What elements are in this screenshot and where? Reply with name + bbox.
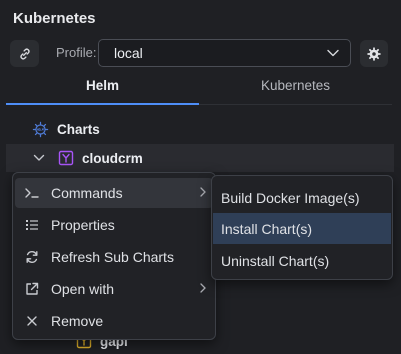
submenu-item-uninstall-charts[interactable]: Uninstall Chart(s): [213, 245, 391, 276]
menu-item-label: Refresh Sub Charts: [51, 249, 174, 265]
menu-item-open-with[interactable]: Open with: [15, 274, 213, 304]
link-icon: [19, 48, 30, 59]
submenu-item-build-docker-images[interactable]: Build Docker Image(s): [213, 182, 391, 213]
menu-item-properties[interactable]: Properties: [15, 210, 213, 240]
helm-icon: [32, 121, 49, 137]
refresh-icon: [17, 250, 47, 264]
panel-title: Kubernetes: [13, 10, 96, 27]
submenu-item-label: Uninstall Chart(s): [221, 252, 330, 269]
profile-value: local: [114, 45, 143, 61]
chevron-right-icon: [200, 187, 206, 197]
menu-item-label: Properties: [51, 217, 115, 233]
menu-item-commands[interactable]: Commands: [15, 178, 213, 208]
menu-item-label: Open with: [51, 281, 115, 297]
chevron-right-icon: [200, 283, 206, 293]
profile-label: Profile:: [56, 45, 97, 60]
external-link-icon: [17, 282, 47, 296]
tab-kubernetes[interactable]: Kubernetes: [199, 78, 392, 104]
context-menu: Commands Properties Refresh Sub Charts O…: [12, 172, 216, 340]
menu-item-refresh-sub-charts[interactable]: Refresh Sub Charts: [15, 242, 213, 272]
terminal-icon: [17, 187, 47, 199]
close-icon: [17, 315, 47, 327]
menu-item-remove[interactable]: Remove: [15, 306, 213, 336]
gear-icon: [367, 46, 381, 61]
chevron-down-icon: [33, 154, 45, 161]
profile-select[interactable]: local: [98, 39, 351, 67]
menu-item-label: Commands: [51, 185, 123, 201]
tab-divider: [199, 104, 392, 105]
chart-file-icon: [58, 150, 74, 166]
submenu-item-install-charts[interactable]: Install Chart(s): [213, 213, 391, 244]
charts-label: Charts: [57, 121, 100, 137]
tree-node-cloudcrm[interactable]: cloudcrm: [6, 144, 394, 172]
commands-submenu: Build Docker Image(s) Install Chart(s) U…: [211, 175, 393, 280]
chart-name-label: cloudcrm: [82, 150, 143, 166]
tab-helm[interactable]: Helm: [6, 78, 199, 104]
submenu-item-label: Build Docker Image(s): [221, 189, 360, 206]
link-button[interactable]: [10, 40, 39, 67]
menu-item-label: Remove: [51, 313, 104, 329]
tree-node-charts[interactable]: Charts: [32, 119, 100, 139]
settings-button[interactable]: [360, 40, 388, 67]
list-icon: [17, 219, 47, 231]
submenu-item-label: Install Chart(s): [221, 220, 313, 237]
active-tab-indicator: [6, 103, 199, 105]
chevron-down-icon: [327, 49, 339, 57]
